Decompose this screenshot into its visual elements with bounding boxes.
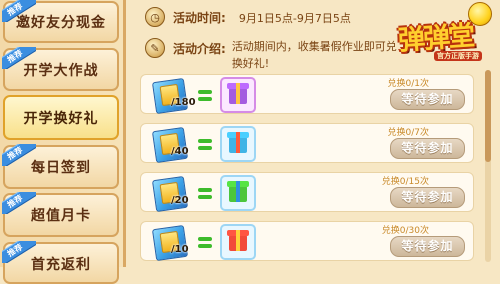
event-time-row: ◷ 活动时间: 9月1日5点-9月7日5点: [145, 7, 351, 27]
event-intro-row: ✎ 活动介绍: 活动期间内，收集暑假作业即可兑换好礼!: [145, 38, 402, 72]
sidebar-item-label: 开学换好礼: [23, 110, 99, 127]
recommend-badge: 推荐: [2, 0, 36, 22]
sidebar-item-recharge-rebate[interactable]: 推荐 首充返利: [2, 241, 119, 284]
reward-item-slot[interactable]: [220, 126, 256, 162]
event-intro-label: 活动介绍:: [173, 42, 226, 56]
equals-icon: [198, 134, 212, 154]
recommend-badge: 推荐: [2, 47, 36, 69]
event-time-value: 9月1日5点-9月7日5点: [238, 12, 351, 25]
green-gift-box-icon: [229, 181, 247, 202]
required-quantity: /10: [171, 244, 189, 255]
wait-join-button[interactable]: 等待参加: [390, 89, 465, 110]
equals-icon: [198, 183, 212, 203]
sidebar-item-school-exchange[interactable]: 开学换好礼: [3, 95, 119, 140]
required-quantity: /180: [171, 97, 196, 108]
document-icon: ✎: [145, 38, 165, 58]
equals-icon: [198, 232, 212, 252]
logo-subtitle: 官方正版手游: [434, 51, 482, 61]
required-quantity: /40: [171, 146, 189, 157]
event-intro-value: 活动期间内，收集暑假作业即可兑换好礼!: [231, 40, 397, 70]
equals-icon: [198, 85, 212, 105]
blue-gift-box-icon: [229, 132, 247, 153]
sidebar: 推荐 邀好友分现金 推荐 开学大作战 开学换好礼 推荐 每日签到 推荐 超值月卡…: [0, 0, 126, 284]
sidebar-item-monthly-card[interactable]: 推荐 超值月卡: [2, 192, 119, 237]
exchange-count: 兑换0/1次: [387, 79, 430, 89]
scrollbar[interactable]: [485, 70, 491, 262]
red-gift-box-icon: [229, 230, 247, 251]
scrollbar-thumb[interactable]: [485, 70, 491, 162]
recommend-badge: 推荐: [2, 192, 36, 214]
game-logo: 弹弹堂 官方正版手游: [396, 2, 500, 64]
reward-row: /40 兑换0/7次 等待参加: [140, 123, 474, 164]
sidebar-item-label: 超值月卡: [31, 208, 91, 224]
homework-card-icon: [151, 126, 189, 164]
wait-join-button[interactable]: 等待参加: [390, 236, 465, 257]
homework-card-icon: [151, 175, 189, 213]
event-time-label: 活动时间:: [173, 11, 226, 25]
reward-item-slot[interactable]: [220, 224, 256, 260]
exchange-count: 兑换0/15次: [381, 177, 429, 187]
sidebar-item-daily-signin[interactable]: 推荐 每日签到: [2, 144, 119, 189]
required-quantity: /20: [171, 195, 189, 206]
reward-row: /20 兑换0/15次 等待参加: [140, 172, 474, 213]
recommend-badge: 推荐: [2, 241, 36, 263]
homework-card-icon: [151, 77, 189, 115]
sidebar-item-invite-friends[interactable]: 推荐 邀好友分现金: [2, 0, 119, 43]
homework-card-icon: [151, 224, 189, 262]
reward-row: /10 兑换0/30次 等待参加: [140, 221, 474, 262]
reward-row: /180 兑换0/1次 等待参加: [140, 74, 474, 115]
recommend-badge: 推荐: [2, 144, 36, 166]
sidebar-item-school-battle[interactable]: 推荐 开学大作战: [2, 47, 119, 91]
wait-join-button[interactable]: 等待参加: [390, 138, 465, 159]
purple-gift-box-icon: [229, 83, 247, 104]
reward-item-slot[interactable]: [220, 77, 256, 113]
clock-icon: ◷: [145, 7, 165, 27]
sidebar-item-label: 每日签到: [31, 160, 91, 176]
reward-item-slot[interactable]: [220, 175, 256, 211]
exchange-count: 兑换0/7次: [387, 128, 430, 138]
sidebar-item-label: 首充返利: [31, 257, 91, 273]
exchange-count: 兑换0/30次: [381, 226, 429, 236]
wait-join-button[interactable]: 等待参加: [390, 187, 465, 208]
